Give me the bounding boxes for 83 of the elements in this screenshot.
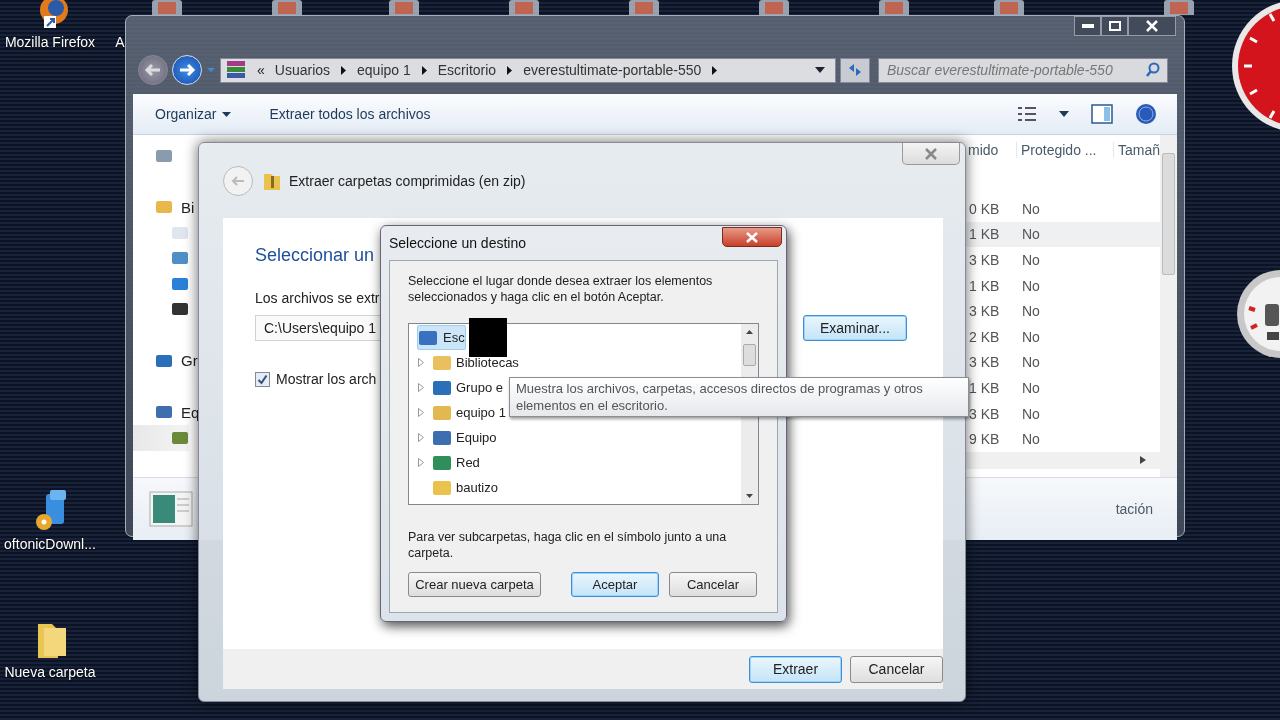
tree-item[interactable]: equipo 1 [417,400,511,425]
view-list-icon[interactable] [1017,106,1037,122]
breadcrumb[interactable]: Escritorio [437,62,497,78]
close-button[interactable] [1128,16,1176,36]
tree-item[interactable]: Grupo e [417,375,508,400]
scroll-right-icon[interactable] [1140,456,1146,465]
close-button[interactable] [722,227,782,247]
address-bar[interactable]: « Usuarios equipo 1 Escritorio everestultimate-portable-550 [220,57,836,83]
forward-button[interactable] [172,55,202,85]
breadcrumb[interactable]: everestultimate-portable-550 [523,62,702,78]
back-arrow-icon [144,63,162,77]
minimize-icon [1081,24,1094,28]
maximize-icon [1108,21,1121,31]
dialog-button[interactable]: Aceptar [571,572,659,597]
search-icon [1145,62,1161,78]
back-button[interactable] [138,55,168,85]
breadcrumb[interactable]: Usuarios [274,62,331,78]
dialog-button[interactable]: Cancelar [850,655,943,683]
close-icon [745,231,759,243]
icon-label[interactable]: Nueva carpeta [4,664,96,680]
window-title: Extraer carpetas comprimidas (en zip) [289,172,526,189]
tree-item[interactable]: Esc [417,325,466,350]
expand-icon[interactable] [418,358,424,367]
tree-item[interactable]: Red [417,450,485,475]
nav-item[interactable]: Eq [133,399,200,425]
tooltip: Muestra los archivos, carpetas, accesos directos de programas y otros elementos en el escritorio. [509,377,969,417]
help-icon[interactable] [1135,103,1157,125]
checkbox[interactable] [255,371,270,387]
close-icon [924,147,938,160]
browse-button[interactable]: Examinar... [803,315,907,341]
overflow-chevron[interactable]: « [257,62,265,78]
chevron-right-icon[interactable] [711,65,719,75]
expand-icon[interactable] [418,408,424,417]
expand-icon[interactable] [418,433,424,442]
scroll-down-icon[interactable] [746,494,753,498]
icon-label[interactable]: oftonicDownl... [4,536,96,552]
hint-text: Para ver subcarpetas, haga clic en el símbolo junto a una carpeta. [408,529,728,561]
refresh-button[interactable] [840,57,870,83]
wizard-heading: Seleccionar un [255,245,375,266]
tree-item[interactable]: Bibliotecas [417,350,524,375]
minimize-button[interactable] [1074,16,1101,36]
icon-label[interactable]: A [115,34,125,50]
expand-icon[interactable] [418,383,424,392]
forward-arrow-icon [178,63,196,77]
scroll-thumb[interactable] [1162,153,1175,275]
search-field[interactable]: Buscar everestultimate-portable-550 [878,57,1168,83]
tree-item[interactable]: bautizo [417,475,503,500]
dropdown-arrow-icon[interactable] [1059,111,1069,117]
checkbox-label[interactable]: Mostrar los arch [276,371,377,387]
maximize-button[interactable] [1101,16,1128,36]
vertical-scrollbar[interactable] [1160,135,1177,477]
archive-icon [225,60,247,80]
close-icon [1146,20,1158,32]
gauge-gadget-drawing[interactable] [1235,268,1280,360]
dialog-button[interactable]: Crear nueva carpeta [408,572,541,597]
dialog-button[interactable]: Extraer [749,655,842,683]
scroll-thumb[interactable] [743,344,756,366]
icon-label[interactable]: Mozilla Firefox [4,34,96,50]
scroll-up-icon[interactable] [746,330,753,334]
back-arrow-icon [230,174,246,187]
checkmark-icon [257,373,268,385]
instructions-text: Seleccione el lugar donde desea extraer los elementos seleccionados y haga clic en el botón Aceptar. [408,273,714,305]
cursor-icon [469,318,507,357]
chevron-right-icon[interactable] [340,65,348,75]
dropdown-arrow-icon[interactable] [815,67,825,73]
preview-pane-icon[interactable] [1091,104,1113,124]
chevron-right-icon[interactable] [506,65,514,75]
window-title: Seleccione un destino [389,235,526,251]
toolbar-button[interactable]: Extraer todos los archivos [261,102,439,126]
tree-item[interactable]: Equipo [417,425,502,450]
toolbar-button[interactable]: Organizar [147,102,240,126]
file-thumbnail-icon [149,490,193,527]
dialog-button[interactable]: Cancelar [669,572,757,597]
nav-item[interactable]: Gr [133,348,198,374]
dropdown-arrow-icon [222,111,232,117]
chevron-right-icon[interactable] [420,65,428,75]
column-header[interactable]: Protegido ... [1016,142,1113,158]
nav-item[interactable]: Bi [133,194,195,220]
file-row[interactable]: 0 KB No [330,196,1160,222]
details-text: tación [1115,500,1153,517]
breadcrumb[interactable]: equipo 1 [357,62,411,78]
expand-icon[interactable] [418,458,424,467]
path-label: Los archivos se extr [255,290,380,306]
